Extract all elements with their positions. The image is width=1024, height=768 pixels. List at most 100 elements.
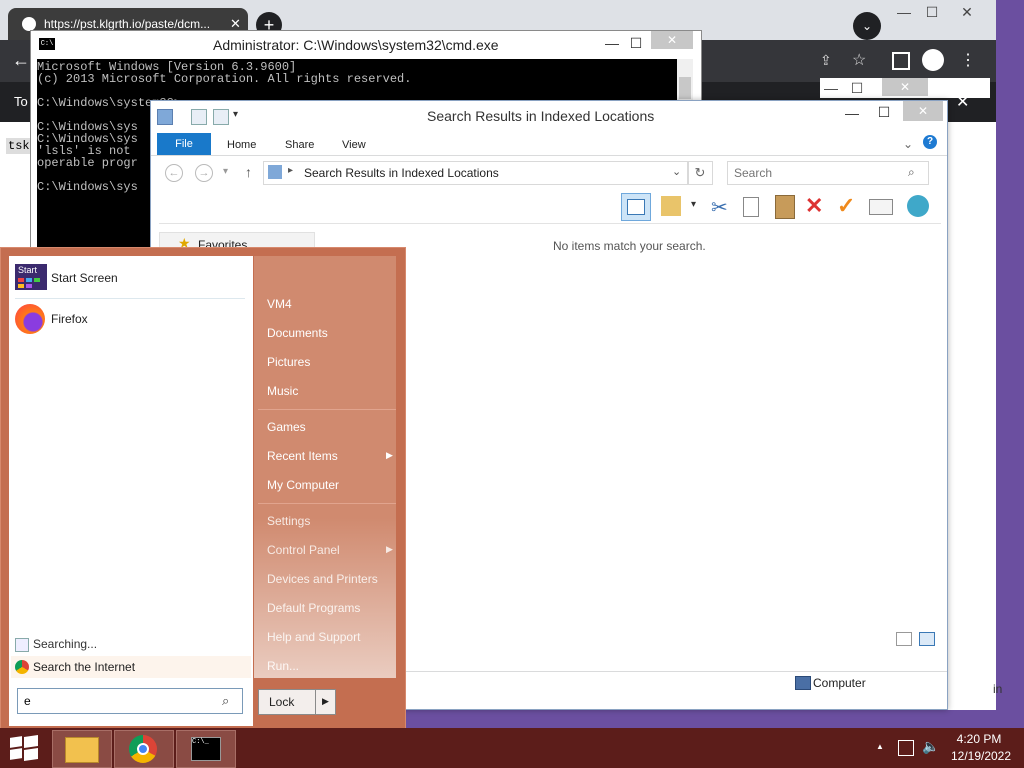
back-icon[interactable]: ← — [165, 164, 183, 182]
menu-dots-icon[interactable]: ⋮ — [960, 50, 976, 70]
clock-date[interactable]: 12/19/2022 — [946, 749, 1016, 763]
taskbar-chrome[interactable] — [114, 730, 174, 768]
cut-icon[interactable]: ✂ — [711, 195, 728, 220]
computer-icon — [795, 676, 811, 690]
preview-pane-icon[interactable] — [621, 193, 651, 221]
checkmark-icon[interactable]: ✓ — [837, 193, 855, 219]
start-item-my-computer[interactable]: My Computer — [267, 475, 395, 495]
network-icon[interactable] — [898, 740, 914, 756]
chevron-down-icon[interactable]: ⌄ — [853, 12, 881, 40]
folder-icon — [65, 737, 99, 763]
dropdown-icon[interactable]: ▾ — [691, 199, 696, 210]
address-bar[interactable]: ▸ Search Results in Indexed Locations ⌄ — [263, 161, 689, 185]
address-row: ← → ▾ ↑ ▸ Search Results in Indexed Loca… — [151, 157, 947, 191]
address-dropdown-icon[interactable]: ⌄ — [672, 165, 681, 178]
copy-icon[interactable] — [743, 197, 759, 217]
help-icon[interactable]: ? — [923, 135, 937, 149]
maximize-icon[interactable]: ☐ — [846, 80, 868, 96]
status-computer: Computer — [813, 676, 866, 690]
up-arrow-icon[interactable]: ↑ — [245, 164, 252, 180]
maximize-icon[interactable]: ☐ — [921, 4, 943, 20]
cmd-title: Administrator: C:\Windows\system32\cmd.e… — [213, 37, 499, 53]
paste-icon[interactable] — [775, 195, 795, 219]
minimize-icon[interactable]: — — [601, 35, 623, 51]
search-input[interactable] — [732, 164, 906, 182]
page-text-fragment: in — [993, 682, 1003, 696]
taskbar-cmd[interactable]: C:\_ — [176, 730, 236, 768]
start-item-help-support[interactable]: Help and Support — [267, 627, 395, 647]
tab-file[interactable]: File — [157, 133, 211, 155]
lock-button[interactable]: Lock ▶ — [258, 689, 336, 715]
search-internet-item[interactable]: Search the Internet — [11, 656, 251, 678]
minimize-icon[interactable]: — — [820, 80, 842, 96]
profile-icon[interactable] — [922, 49, 944, 71]
page-text-fragment: tsk — [6, 138, 32, 154]
volume-icon[interactable]: 🔈 — [922, 738, 939, 755]
taskbar-explorer[interactable] — [52, 730, 112, 768]
properties-icon[interactable] — [191, 109, 207, 125]
start-item-settings[interactable]: Settings — [267, 511, 395, 531]
new-folder-icon[interactable] — [213, 109, 229, 125]
start-item-devices-printers[interactable]: Devices and Printers — [267, 569, 395, 589]
scrollbar-thumb[interactable] — [679, 77, 691, 99]
start-item-control-panel[interactable]: Control Panel — [267, 540, 395, 560]
minimize-icon[interactable]: — — [893, 4, 915, 20]
ribbon-tabs: File Home Share View ⌄ ? — [151, 131, 947, 156]
folder-properties-icon[interactable] — [661, 196, 681, 216]
start-search-box[interactable]: ⌕ — [17, 688, 243, 714]
close-icon[interactable]: ✕ — [903, 101, 943, 121]
rename-icon[interactable] — [869, 199, 893, 215]
close-icon[interactable]: ✕ — [956, 4, 978, 20]
tab-view[interactable]: View — [342, 135, 366, 155]
maximize-icon[interactable]: ☐ — [625, 35, 647, 51]
globe-icon[interactable] — [907, 195, 929, 217]
delete-icon[interactable]: ✕ — [805, 193, 823, 219]
ribbon-expand-icon[interactable]: ⌄ — [903, 137, 913, 151]
breadcrumb-chevron-icon[interactable]: ▸ — [288, 165, 293, 176]
start-item-pictures[interactable]: Pictures — [267, 352, 395, 372]
search-box[interactable]: ⌕ — [727, 161, 929, 185]
tab-home[interactable]: Home — [227, 135, 256, 155]
start-item-recent-items[interactable]: Recent Items — [267, 446, 395, 466]
start-item-documents[interactable]: Documents — [267, 323, 395, 343]
close-icon[interactable]: ✕ — [651, 31, 693, 49]
refresh-icon[interactable]: ↻ — [687, 161, 713, 185]
search-icon[interactable]: ⌕ — [908, 165, 915, 180]
tab-share[interactable]: Share — [285, 135, 314, 155]
close-icon[interactable]: ✕ — [882, 78, 928, 96]
start-item-music[interactable]: Music — [267, 381, 395, 401]
share-icon[interactable]: ⇪ — [820, 52, 832, 69]
minimize-icon[interactable]: — — [841, 105, 863, 121]
start-item-run[interactable]: Run... — [267, 656, 395, 676]
star-icon[interactable]: ☆ — [852, 50, 866, 70]
details-view-icon[interactable] — [896, 632, 912, 646]
explorer-title: Search Results in Indexed Locations — [427, 108, 655, 124]
recent-locations-icon[interactable]: ▾ — [223, 166, 228, 177]
lock-options-arrow-icon[interactable]: ▶ — [322, 696, 329, 707]
quick-access-dropdown-icon[interactable]: ▾ — [233, 109, 238, 120]
bookmark-fragment: To — [14, 94, 28, 109]
back-arrow-icon[interactable]: ← — [12, 50, 30, 71]
hidden-window-titlebar: — ☐ ✕ — [820, 78, 990, 98]
start-search-input[interactable] — [22, 692, 216, 710]
taskbar: C:\_ ▲ 🔈 4:20 PM 12/19/2022 — [0, 728, 1024, 768]
start-item-default-programs[interactable]: Default Programs — [267, 598, 395, 618]
windows-start-icon[interactable] — [10, 735, 38, 761]
forward-icon[interactable]: → — [195, 164, 213, 182]
show-hidden-icons-icon[interactable]: ▲ — [876, 742, 884, 751]
search-icon[interactable]: ⌕ — [222, 693, 229, 709]
start-item-games[interactable]: Games — [267, 417, 395, 437]
breadcrumb[interactable]: Search Results in Indexed Locations — [304, 166, 499, 180]
empty-message: No items match your search. — [553, 239, 706, 253]
submenu-arrow-icon: ▶ — [386, 450, 393, 460]
globe-icon — [22, 17, 36, 31]
start-screen-item[interactable]: Start Start Screen — [15, 264, 245, 294]
clock-time[interactable]: 4:20 PM — [956, 732, 1002, 746]
start-screen-tile-icon: Start — [15, 264, 47, 290]
start-item-vm4[interactable]: VM4 — [267, 294, 395, 314]
explorer-toolbar: ▾ ✂ ✕ ✓ — [151, 193, 947, 223]
side-panel-icon[interactable] — [892, 52, 910, 70]
firefox-item[interactable]: Firefox — [15, 304, 245, 336]
maximize-icon[interactable]: ☐ — [873, 104, 895, 120]
large-icons-view-icon[interactable] — [919, 632, 935, 646]
